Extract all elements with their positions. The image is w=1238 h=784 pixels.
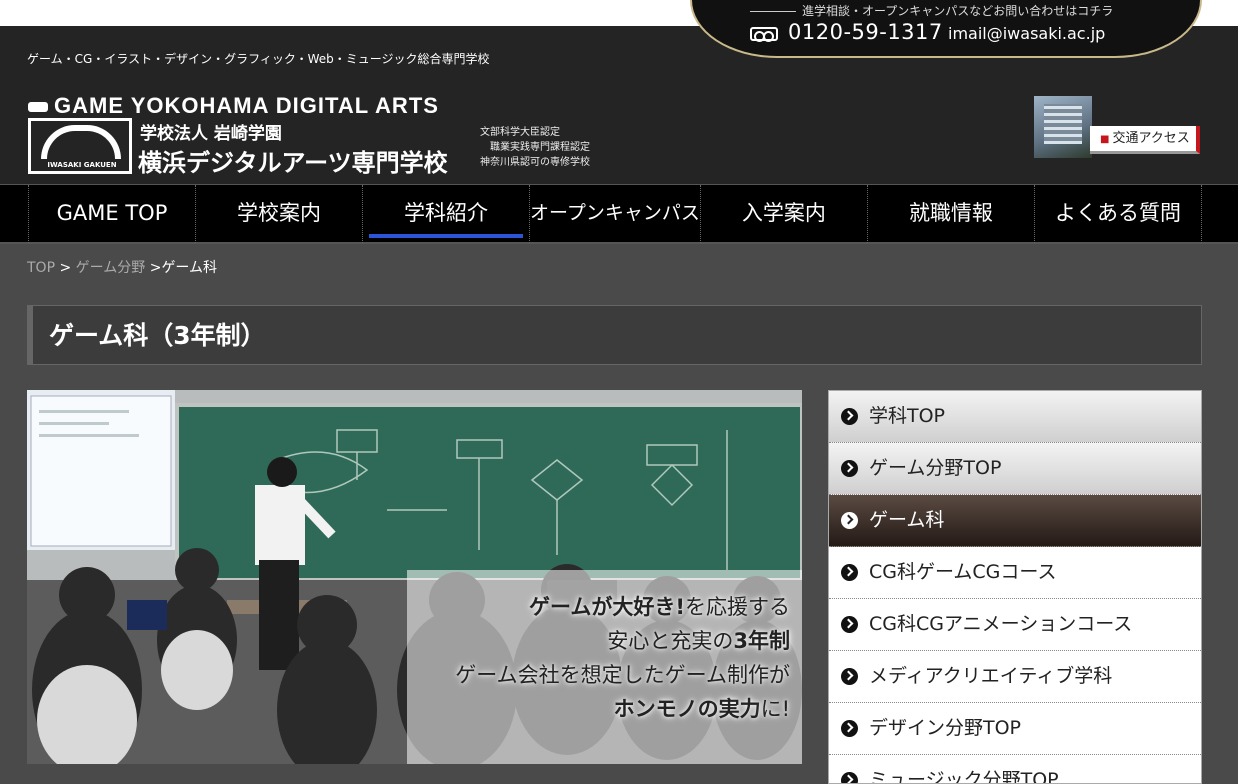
sidebar-item-game-field-top[interactable]: ゲーム分野TOP [829, 443, 1201, 495]
access-label: 交通アクセス [1112, 131, 1190, 146]
sidebar-item-label: CG科ゲームCGコース [869, 561, 1057, 583]
nav-faq[interactable]: よくある質問 [1033, 185, 1202, 243]
hero-caption-strong: ホンモノの実力 [613, 697, 761, 721]
sidebar-item-design-field-top[interactable]: デザイン分野TOP [829, 703, 1201, 755]
chevron-right-circle-icon [841, 772, 858, 783]
emblem-text: IWASAKI GAKUEN [47, 161, 117, 169]
sidebar-item-department-top[interactable]: 学科TOP [829, 391, 1201, 443]
sidebar-item-label: デザイン分野TOP [869, 717, 1022, 739]
breadcrumb-separator: > [149, 260, 162, 276]
chevron-right-circle-icon [841, 668, 858, 685]
hero-caption-line: ゲームが大好き!を応援する [455, 590, 790, 624]
page-title: ゲーム科（3年制） [49, 321, 266, 350]
contact-lead: 進学相談・オープンキャンパスなどお問い合わせはコチラ [750, 2, 1113, 19]
cert-line: 職業実践専門課程認定 [490, 142, 590, 153]
sidebar-item-label: ゲーム分野TOP [869, 457, 1002, 479]
breadcrumb-game-field[interactable]: ゲーム分野 [76, 260, 146, 276]
global-nav: GAME TOP 学校案内 学科紹介 オープンキャンパス 入学案内 就職情報 よ… [0, 184, 1238, 244]
nav-admissions[interactable]: 入学案内 [699, 185, 867, 243]
global-nav-items: GAME TOP 学校案内 学科紹介 オープンキャンパス 入学案内 就職情報 よ… [28, 185, 1202, 243]
nav-departments[interactable]: 学科紹介 [362, 185, 529, 243]
page-title-box: ゲーム科（3年制） [27, 305, 1202, 365]
breadcrumb-separator: > [59, 260, 72, 276]
nav-school-info[interactable]: 学校案内 [195, 185, 362, 243]
breadcrumb-current: ゲーム科 [161, 260, 218, 276]
hero-caption-strong: 3年制 [733, 629, 790, 653]
sidebar-item-label: ゲーム科 [869, 509, 945, 531]
sidebar-item-cg-game-course[interactable]: CG科ゲームCGコース [829, 547, 1201, 599]
logo-english-text: GAME YOKOHAMA DIGITAL ARTS [54, 93, 439, 118]
hero-caption-line: 安心と充実の3年制 [455, 624, 790, 658]
hero-caption-text: を応援する [685, 595, 790, 619]
hero-caption-text: 安心と充実の [607, 629, 734, 653]
sidebar-item-label: CG科CGアニメーションコース [869, 613, 1133, 635]
freedial-icon [750, 27, 778, 42]
contact-phone[interactable]: 0120-59-1317 [788, 20, 943, 44]
sidebar-item-label: メディアクリエイティブ学科 [869, 665, 1113, 687]
breadcrumb-top[interactable]: TOP [27, 260, 55, 276]
sidebar-item-cg-animation-course[interactable]: CG科CGアニメーションコース [829, 599, 1201, 651]
hero-image: ゲームが大好き!を応援する 安心と充実の3年制 ゲーム会社を想定したゲーム制作が… [27, 390, 802, 764]
cert-line: 神奈川県認可の専修学校 [480, 157, 590, 168]
nav-open-campus[interactable]: オープンキャンパス [529, 185, 700, 243]
chevron-right-circle-icon [841, 512, 858, 529]
logo-organization: 学校法人 岩崎学園 [140, 124, 282, 144]
department-sidebar: 学科TOP ゲーム分野TOP ゲーム科 CG科ゲームCGコース CG科CGアニメ… [828, 390, 1202, 784]
bullet-icon: ■ [1100, 134, 1110, 145]
breadcrumb: TOP > ゲーム分野 >ゲーム科 [27, 257, 217, 277]
gamepad-icon [28, 102, 48, 113]
hero-caption-line: ゲーム会社を想定したゲーム制作が [455, 663, 790, 687]
logo-english: GAME YOKOHAMA DIGITAL ARTS [28, 93, 439, 119]
nav-careers[interactable]: 就職情報 [866, 185, 1034, 243]
chevron-right-circle-icon [841, 720, 858, 737]
emblem-arc [41, 125, 121, 159]
access-button[interactable]: ■ 交通アクセス [1090, 126, 1200, 154]
emblem-logo: IWASAKI GAKUEN [28, 118, 132, 174]
chevron-right-circle-icon [841, 460, 858, 477]
logo-school-name: 横浜デジタルアーツ専門学校 [138, 149, 448, 177]
hero-caption-line: ホンモノの実力に! [455, 692, 790, 726]
sidebar-item-label: ミュージック分野TOP [869, 769, 1059, 784]
hero-caption-text: に! [760, 697, 790, 721]
chevron-right-circle-icon [841, 408, 858, 425]
logo-certifications: 文部科学大臣認定 職業実践専門課程認定 神奈川県認可の専修学校 [480, 125, 590, 170]
hero-caption-strong: ゲームが大好き! [529, 595, 685, 619]
site-logo[interactable]: GAME YOKOHAMA DIGITAL ARTS IWASAKI GAKUE… [28, 93, 608, 178]
header-tagline: ゲーム・CG・イラスト・デザイン・グラフィック・Web・ミュージック総合専門学校 [27, 52, 490, 66]
sidebar-item-game-dept[interactable]: ゲーム科 [829, 495, 1201, 547]
sidebar-item-music-field-top[interactable]: ミュージック分野TOP [829, 755, 1201, 784]
sidebar-item-media-creative[interactable]: メディアクリエイティブ学科 [829, 651, 1201, 703]
nav-game-top[interactable]: GAME TOP [28, 185, 195, 243]
hero-caption: ゲームが大好き!を応援する 安心と充実の3年制 ゲーム会社を想定したゲーム制作が… [455, 590, 790, 726]
contact-email[interactable]: imail@iwasaki.ac.jp [948, 24, 1105, 43]
contact-lead-text: 進学相談・オープンキャンパスなどお問い合わせはコチラ [802, 4, 1114, 18]
building-icon [1034, 96, 1092, 158]
sidebar-item-label: 学科TOP [869, 405, 946, 427]
contact-banner[interactable]: 進学相談・オープンキャンパスなどお問い合わせはコチラ 0120-59-1317 … [690, 0, 1202, 58]
access-link[interactable]: ■ 交通アクセス [1034, 96, 1202, 158]
cert-line: 文部科学大臣認定 [480, 127, 560, 138]
chevron-right-circle-icon [841, 616, 858, 633]
chevron-right-circle-icon [841, 564, 858, 581]
